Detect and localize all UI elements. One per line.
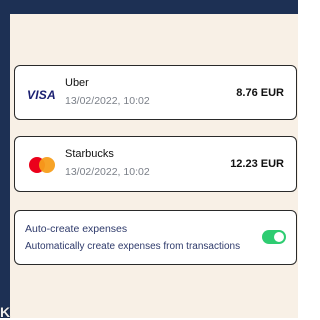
auto-create-title: Auto-create expenses [25,223,128,235]
window-frame-top [0,0,298,14]
transaction-datetime: 13/02/2022, 10:02 [65,166,150,178]
transaction-amount: 12.23 EUR [230,158,284,170]
mastercard-orange-circle [39,157,55,173]
toggle-knob [274,232,284,242]
window-frame-left [0,0,10,318]
visa-logo-icon: VISA [27,88,56,102]
mastercard-logo-icon [29,157,57,173]
auto-create-expenses-card: Auto-create expenses Automatically creat… [14,210,297,265]
transaction-card-starbucks[interactable]: Starbucks 13/02/2022, 10:02 12.23 EUR [14,136,297,192]
auto-create-toggle[interactable] [262,230,286,244]
transaction-card-uber[interactable]: VISA Uber 13/02/2022, 10:02 8.76 EUR [14,65,297,120]
merchant-name: Starbucks [65,148,114,160]
transaction-datetime: 13/02/2022, 10:02 [65,95,150,107]
merchant-name: Uber [65,77,89,89]
transaction-amount: 8.76 EUR [236,87,284,99]
transactions-panel: VISA Uber 13/02/2022, 10:02 8.76 EUR Sta… [10,14,298,318]
auto-create-subtitle: Automatically create expenses from trans… [25,241,241,252]
